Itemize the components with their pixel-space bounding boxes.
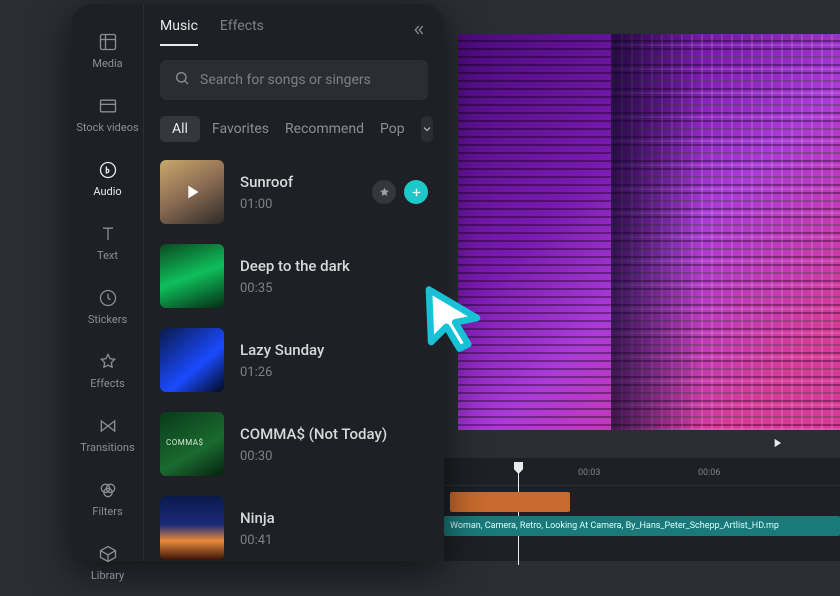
song-thumbnail[interactable]	[160, 244, 224, 308]
timeline-clip[interactable]	[450, 492, 570, 512]
song-title: Sunroof	[240, 173, 293, 191]
search-bar[interactable]	[160, 60, 428, 100]
video-preview[interactable]	[458, 34, 840, 430]
nav-stickers[interactable]: Stickers	[72, 276, 143, 340]
timeline[interactable]: 00:03 00:06 Woman, Camera, Retro, Lookin…	[430, 458, 840, 561]
nav-label: Stock videos	[76, 121, 138, 134]
chip-favorites[interactable]: Favorites	[212, 121, 269, 137]
right-area: 00:03 00:06 Woman, Camera, Retro, Lookin…	[430, 0, 840, 561]
transport-bar	[430, 430, 840, 458]
nav-label: Library	[91, 569, 124, 582]
song-item[interactable]: Lazy Sunday 01:26	[160, 328, 428, 392]
song-item[interactable]: Ninja 00:41	[160, 496, 428, 560]
ruler-tick: 00:03	[578, 468, 600, 478]
nav-label: Media	[92, 57, 122, 70]
library-icon	[98, 544, 118, 564]
chip-all[interactable]: All	[160, 116, 200, 142]
chip-more-button[interactable]	[421, 116, 433, 142]
song-thumbnail[interactable]	[160, 160, 224, 224]
timeline-clip[interactable]: Woman, Camera, Retro, Looking At Camera,…	[444, 516, 840, 536]
search-input[interactable]	[200, 72, 414, 88]
collapse-panel-button[interactable]	[408, 22, 428, 42]
song-thumbnail[interactable]	[160, 412, 224, 476]
song-thumbnail[interactable]	[160, 496, 224, 560]
audio-icon	[98, 160, 118, 180]
add-button[interactable]	[404, 180, 428, 204]
nav-column: Media Stock videos Audio Text Stickers E…	[72, 4, 144, 561]
song-duration: 00:41	[240, 533, 275, 548]
nav-label: Filters	[92, 505, 122, 518]
timeline-tracks[interactable]: Woman, Camera, Retro, Looking At Camera,…	[430, 486, 840, 556]
stock-videos-icon	[98, 96, 118, 116]
favorite-button[interactable]	[372, 180, 396, 204]
nav-stock-videos[interactable]: Stock videos	[72, 84, 143, 148]
play-button[interactable]	[770, 435, 784, 454]
nav-library[interactable]: Library	[72, 532, 143, 596]
song-item[interactable]: Sunroof 01:00	[160, 160, 428, 224]
play-icon	[160, 160, 224, 224]
search-icon	[174, 70, 190, 90]
chip-pop[interactable]: Pop	[380, 121, 405, 137]
text-icon	[98, 224, 118, 244]
timeline-ruler[interactable]: 00:03 00:06	[430, 464, 840, 486]
nav-filters[interactable]: Filters	[72, 468, 143, 532]
nav-transitions[interactable]: Transitions	[72, 404, 143, 468]
category-chips: All Favorites Recommend Pop	[160, 116, 428, 142]
panel-tabs: Music Effects	[160, 18, 264, 46]
left-panel: Media Stock videos Audio Text Stickers E…	[72, 4, 444, 561]
nav-effects[interactable]: Effects	[72, 340, 143, 404]
ruler-tick: 00:06	[698, 468, 720, 478]
song-title: Deep to the dark	[240, 257, 350, 275]
song-duration: 00:30	[240, 449, 387, 464]
nav-media[interactable]: Media	[72, 20, 143, 84]
nav-label: Audio	[93, 185, 121, 198]
nav-label: Transitions	[80, 441, 134, 454]
nav-text[interactable]: Text	[72, 212, 143, 276]
nav-label: Effects	[90, 377, 125, 390]
song-duration: 01:26	[240, 365, 324, 380]
tab-effects[interactable]: Effects	[220, 18, 264, 46]
song-title: Ninja	[240, 509, 275, 527]
transitions-icon	[98, 416, 118, 436]
tab-music[interactable]: Music	[160, 18, 198, 46]
effects-icon	[98, 352, 118, 372]
nav-audio[interactable]: Audio	[72, 148, 143, 212]
song-title: COMMA$ (Not Today)	[240, 425, 387, 443]
nav-label: Stickers	[88, 313, 127, 326]
song-item[interactable]: Deep to the dark 00:35	[160, 244, 428, 308]
song-duration: 00:35	[240, 281, 350, 296]
stickers-icon	[98, 288, 118, 308]
chip-recommend[interactable]: Recommend	[285, 121, 364, 137]
song-title: Lazy Sunday	[240, 341, 324, 359]
filters-icon	[98, 480, 118, 500]
song-list: Sunroof 01:00 Deep to the dark 00:35	[160, 160, 428, 560]
song-duration: 01:00	[240, 197, 293, 212]
cursor-illustration	[418, 283, 488, 357]
audio-panel: Music Effects All Favorites Recommend Po…	[144, 4, 444, 561]
song-item[interactable]: COMMA$ (Not Today) 00:30	[160, 412, 428, 476]
media-icon	[98, 32, 118, 52]
song-thumbnail[interactable]	[160, 328, 224, 392]
nav-label: Text	[97, 249, 118, 262]
